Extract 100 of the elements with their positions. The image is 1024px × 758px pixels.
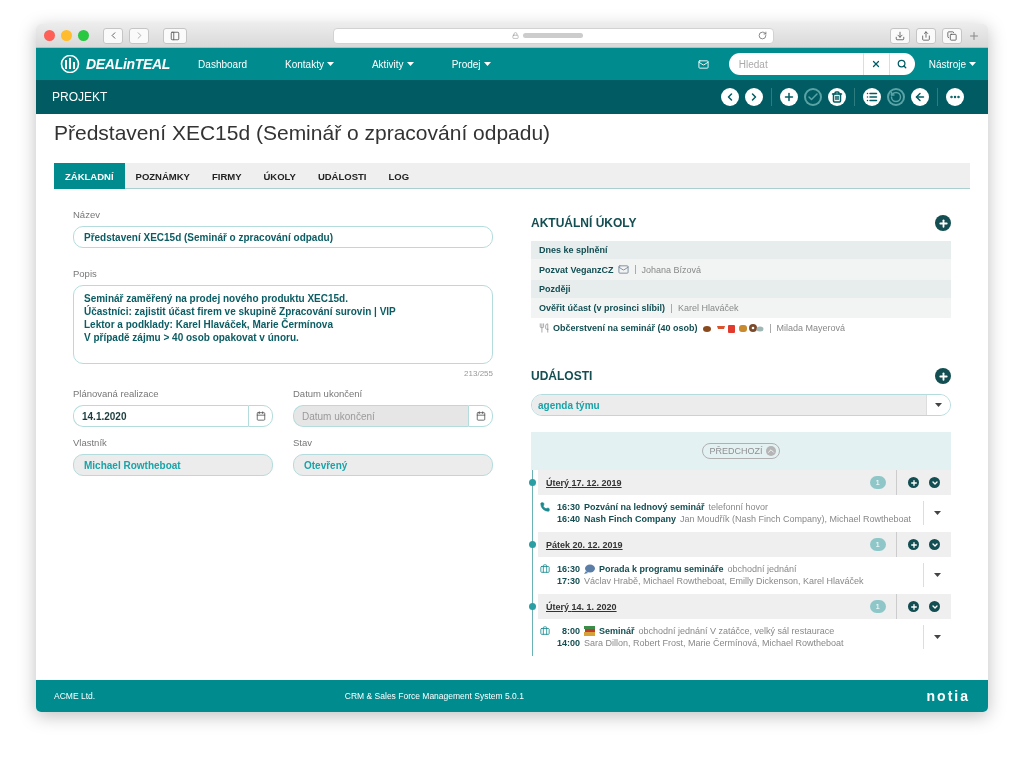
nav-menu-item[interactable]: Kontakty (285, 58, 334, 70)
field-label: Název (73, 209, 101, 220)
task-assignee: Milada Mayerová (776, 323, 846, 333)
caret-icon (934, 511, 941, 515)
plus-icon (937, 370, 949, 382)
section-heading: AKTUÁLNÍ ÚKOLY (531, 216, 637, 230)
field-label: Datum ukončení (293, 388, 364, 399)
tab[interactable]: FIRMY (200, 163, 253, 189)
list-icon (866, 91, 878, 103)
delete-button[interactable] (828, 88, 846, 106)
task-assignee: Johana Bízová (641, 264, 702, 275)
nav-menu-item[interactable]: Aktivity (371, 58, 414, 70)
close-button[interactable] (44, 30, 55, 41)
tab[interactable]: ÚKOLY (252, 163, 307, 189)
description-field[interactable]: Seminář zaměřený na prodej nového produktu XEC15d. Účastníci: zajistit účast firem ve skupině Zpracování surovin | VIP Lektor a podklady: Karel Hlaváček, Marie Čermínova V případě zájmu > 40 osob opakovat v únoru. (73, 285, 493, 364)
task-link[interactable]: Pozvat VeganzCZ (539, 264, 614, 275)
search-icon (897, 59, 908, 69)
task-group-header: Později (531, 280, 951, 298)
tab[interactable]: POZNÁMKY (124, 163, 201, 189)
event-count: 1 (869, 538, 886, 551)
task-link[interactable]: Ověřit účast (v prosinci slíbil) (539, 303, 666, 313)
dropdown-button[interactable] (926, 395, 950, 415)
back-button[interactable] (911, 88, 929, 106)
zoom-button[interactable] (78, 30, 89, 41)
event-participants: Sara Dillon, Robert Frost, Marie Čermínová, Michael Rowtheboat (584, 637, 844, 649)
clear-icon (871, 59, 882, 69)
caret-icon (935, 403, 942, 407)
calendar-button[interactable] (468, 405, 493, 427)
name-field[interactable]: Představení XEC15d (Seminář o zpracování odpadu) (73, 226, 493, 248)
calendar-icon (255, 411, 266, 421)
more-button[interactable] (946, 88, 964, 106)
share-button[interactable] (916, 27, 936, 44)
event-time: 8:00 (561, 625, 580, 637)
timeline-dot (529, 479, 536, 486)
day-link[interactable]: Úterý 14. 1. 2020 (546, 601, 870, 612)
event-time: 16:40 (556, 513, 580, 525)
envelope-icon (617, 264, 629, 275)
page-title: Představení XEC15d (Seminář o zpracování odpadu) (54, 121, 552, 145)
system-version: CRM & Sales Force Management System 5.0.1 (344, 691, 525, 701)
section-title: PROJEKT (52, 90, 109, 104)
calendar-icon (475, 411, 486, 421)
event-participants: Jan Moudřík (Nash Finch Company), Michael Rowtheboat (680, 513, 912, 525)
tabs-button[interactable] (942, 27, 962, 44)
tab[interactable]: ZÁKLADNÍ (54, 163, 125, 189)
new-tab-icon[interactable] (968, 29, 980, 42)
expand-button[interactable] (929, 477, 940, 488)
arrow-left-icon (914, 91, 926, 103)
plus-icon (937, 217, 949, 229)
event-title[interactable]: Pozvání na lednový seminář (584, 501, 705, 513)
timeline-dot (529, 603, 536, 610)
company-link[interactable]: Nash Finch Company (584, 513, 676, 525)
search-button[interactable] (888, 53, 915, 75)
field-label: Stav (293, 437, 313, 448)
event-title[interactable]: Porada k programu semináře (599, 563, 724, 575)
character-counter: 213/255 (463, 369, 493, 378)
add-button[interactable] (908, 477, 919, 488)
sidebar-button[interactable] (163, 27, 187, 44)
event-title[interactable]: Seminář (599, 625, 635, 637)
cutlery-icon (539, 323, 549, 333)
add-event-button[interactable] (935, 368, 951, 384)
event-detail: telefonní hovor (708, 501, 769, 513)
food-icons-drawing (701, 323, 764, 333)
next-button[interactable] (745, 88, 763, 106)
add-button[interactable] (908, 601, 919, 612)
day-link[interactable]: Pátek 20. 12. 2019 (546, 539, 870, 550)
logo-icon (60, 55, 80, 73)
task-row[interactable]: Pozvat VeganzCZ Johana Bízová (531, 259, 951, 280)
list-button[interactable] (863, 88, 881, 106)
mail-icon[interactable] (697, 58, 709, 70)
search-field[interactable]: Hledat (728, 53, 863, 75)
reload-icon[interactable] (758, 31, 767, 40)
downloads-button[interactable] (890, 27, 910, 44)
event-time: 16:30 (556, 501, 580, 513)
caret-icon (326, 62, 334, 66)
add-button[interactable] (908, 539, 919, 550)
blurred-url (522, 33, 583, 38)
check-icon (807, 91, 819, 103)
add-button[interactable] (780, 88, 798, 106)
day-link[interactable]: Úterý 17. 12. 2019 (546, 477, 870, 488)
date-field[interactable]: 14.1.2020 (73, 405, 248, 427)
task-link[interactable]: Občerstvení na seminář (40 osob) (553, 323, 698, 333)
nav-menu-item[interactable]: Dashboard (198, 58, 248, 70)
tools-menu[interactable]: Nástroje (928, 58, 976, 70)
task-row[interactable]: Ověřit účast (v prosinci slíbil) Karel Hlaváček (531, 298, 951, 318)
tab[interactable]: LOG (377, 163, 421, 189)
plus-icon (783, 91, 795, 103)
field-label: Popis (73, 268, 98, 279)
add-task-button[interactable] (935, 215, 951, 231)
event-count: 1 (869, 600, 886, 613)
caret-icon (934, 635, 941, 639)
field-label: Plánovaná realizace (73, 388, 160, 399)
plus-icon (909, 540, 918, 549)
event-detail: obchodní jednání V zatáčce, velký sál restaurace (638, 625, 835, 637)
tab[interactable]: UDÁLOSTI (306, 163, 378, 189)
expand-button[interactable] (929, 539, 940, 550)
calendar-button[interactable] (248, 405, 273, 427)
plus-icon (909, 478, 918, 487)
nav-menu-item[interactable]: Prodej (451, 58, 491, 70)
previous-button[interactable] (721, 88, 739, 106)
expand-button[interactable] (929, 601, 940, 612)
